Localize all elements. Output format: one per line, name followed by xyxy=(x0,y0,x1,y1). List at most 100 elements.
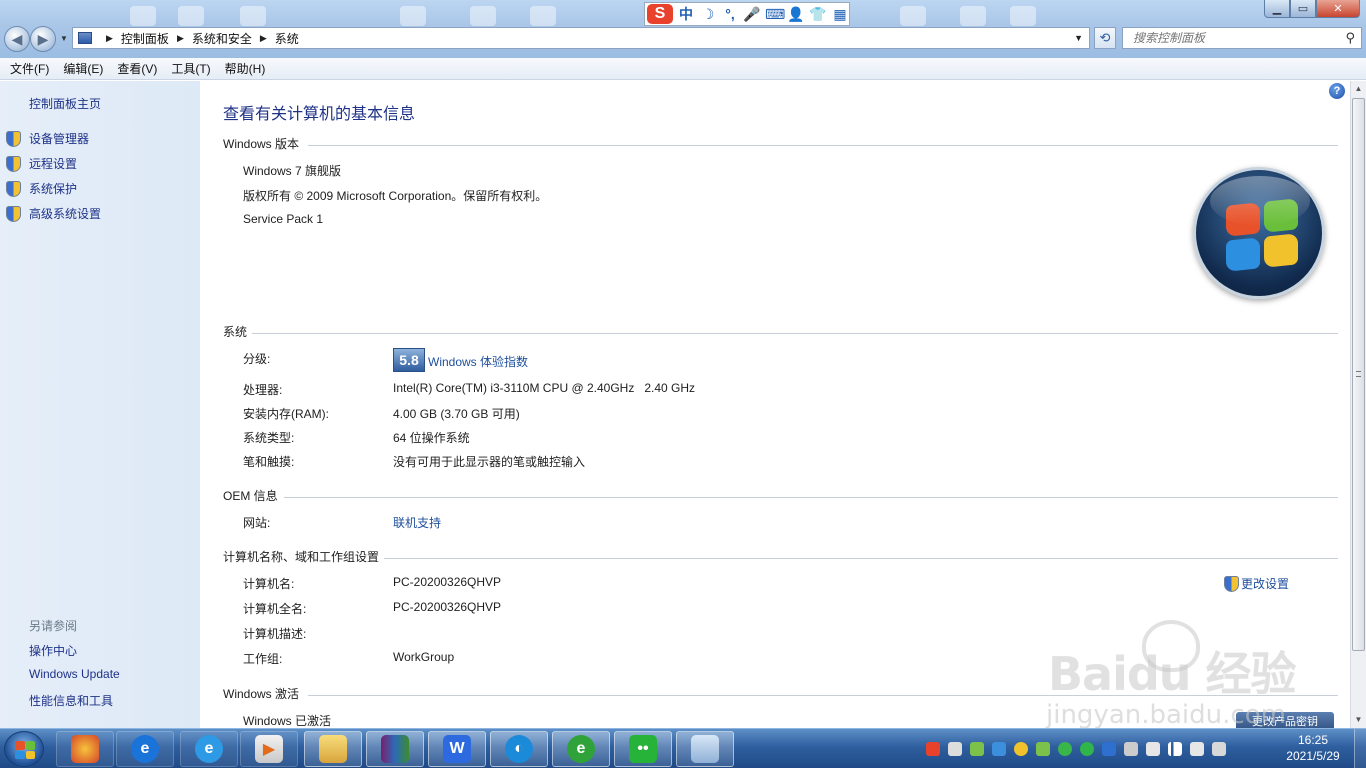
volume-tray-icon[interactable] xyxy=(1190,742,1204,756)
search-box[interactable]: ⚲ xyxy=(1122,27,1362,49)
ime-punctuation-icon[interactable]: °, xyxy=(721,5,739,23)
wps-writer-icon: W xyxy=(443,735,471,763)
experience-index-link[interactable]: Windows 体验指数 xyxy=(428,353,528,370)
activation-status: Windows 已激活 xyxy=(243,714,332,728)
advanced-system-settings-label[interactable]: 高级系统设置 xyxy=(29,205,101,222)
scroll-down-icon[interactable]: ▼ xyxy=(1351,712,1366,728)
usb-tray-icon[interactable] xyxy=(992,742,1006,756)
clock-time: 16:25 xyxy=(1297,733,1329,747)
menu-help[interactable]: 帮助(H) xyxy=(219,60,272,77)
breadcrumb-system[interactable]: 系统 xyxy=(275,30,299,47)
show-desktop-button[interactable] xyxy=(1354,729,1366,768)
control-panel-icon xyxy=(691,735,719,763)
scrollbar-thumb[interactable] xyxy=(1352,98,1365,651)
forward-button[interactable]: ▶ xyxy=(30,26,56,52)
minimize-button[interactable]: ▁ xyxy=(1264,0,1290,18)
printer-tray-icon[interactable] xyxy=(1124,742,1138,756)
shield-tray-icon[interactable] xyxy=(1102,742,1116,756)
device-manager-label[interactable]: 设备管理器 xyxy=(29,130,89,147)
taskbar-app-ie[interactable]: e xyxy=(180,731,238,767)
ram-value: 4.00 GB (3.70 GB 可用) xyxy=(393,407,520,421)
section-divider xyxy=(308,145,1338,146)
ime-tray-icon[interactable] xyxy=(948,742,962,756)
change-settings-link[interactable]: 更改设置 xyxy=(1224,575,1289,592)
breadcrumb-separator-icon[interactable]: ▶ xyxy=(106,33,113,44)
processor-label: 处理器: xyxy=(243,383,283,397)
advanced-system-settings-link[interactable]: 高级系统设置 xyxy=(6,205,101,222)
system-protection-label[interactable]: 系统保护 xyxy=(29,180,77,197)
ime-skin-icon[interactable]: 👕 xyxy=(809,5,827,23)
taskbar-app-explorer[interactable] xyxy=(304,731,362,767)
close-button[interactable]: ✕ xyxy=(1316,0,1360,18)
breadcrumb-system-security[interactable]: 系统和安全 xyxy=(192,30,252,47)
main-content: ? 查看有关计算机的基本信息 Windows 版本 Windows 7 旗舰版 … xyxy=(200,81,1350,728)
taskbar-app-360-browser[interactable] xyxy=(56,731,114,767)
network-tray-icon[interactable] xyxy=(1168,742,1182,756)
taskbar-app-edge[interactable]: ◐ xyxy=(490,731,548,767)
360-tray-icon[interactable] xyxy=(1058,742,1072,756)
flag-tray-icon[interactable] xyxy=(1212,742,1226,756)
help-icon[interactable]: ? xyxy=(1329,83,1345,99)
processor-value: Intel(R) Core(TM) i3-3110M CPU @ 2.40GHz… xyxy=(393,381,696,395)
search-input[interactable] xyxy=(1123,28,1329,48)
sogou-tray-icon[interactable] xyxy=(926,742,940,756)
back-button[interactable]: ◀ xyxy=(4,26,30,52)
taskbar: e e ▶ W ◐ e •• 16:25 2021/5/29 xyxy=(0,728,1366,768)
menu-view[interactable]: 查看(V) xyxy=(111,60,163,77)
vertical-scrollbar[interactable]: ▲ ▼ xyxy=(1350,81,1366,728)
ime-user-icon[interactable]: 👤 xyxy=(787,5,805,23)
taskbar-app-control-panel[interactable] xyxy=(676,731,734,767)
menu-file[interactable]: 文件(F) xyxy=(4,60,55,77)
ime-halfwidth-icon[interactable]: ☽ xyxy=(699,5,717,23)
control-panel-home-link[interactable]: 控制面板主页 xyxy=(29,95,101,112)
wechat-tray-icon[interactable] xyxy=(1080,742,1094,756)
ime-chinese-mode-icon[interactable]: 中 xyxy=(677,5,695,23)
section-divider xyxy=(284,497,1338,498)
ime-voice-icon[interactable]: 🎤 xyxy=(743,5,761,23)
performance-tools-link[interactable]: 性能信息和工具 xyxy=(29,692,113,709)
taskbar-clock[interactable]: 16:25 2021/5/29 xyxy=(1278,732,1348,764)
taskbar-app-wechat[interactable]: •• xyxy=(614,731,672,767)
check-tray-icon[interactable] xyxy=(1036,742,1050,756)
shield-security-icon: e xyxy=(567,735,595,763)
remote-settings-label[interactable]: 远程设置 xyxy=(29,155,77,172)
taskbar-app-ie-dark[interactable]: e xyxy=(116,731,174,767)
system-protection-link[interactable]: 系统保护 xyxy=(6,180,77,197)
security-tray-icon[interactable] xyxy=(1014,742,1028,756)
menu-tools[interactable]: 工具(T) xyxy=(165,60,216,77)
breadcrumb-control-panel[interactable]: 控制面板 xyxy=(121,30,169,47)
remote-settings-link[interactable]: 远程设置 xyxy=(6,155,77,172)
ime-keyboard-icon[interactable]: ⌨ xyxy=(765,5,785,23)
maximize-button[interactable]: ▭ xyxy=(1290,0,1316,18)
pen-touch-value: 没有可用于此显示器的笔或触控输入 xyxy=(393,455,586,469)
battery-tray-icon[interactable] xyxy=(970,742,984,756)
sogou-ime-icon[interactable]: S xyxy=(647,4,673,24)
recent-pages-dropdown-icon[interactable]: ▼ xyxy=(60,34,68,43)
taskbar-app-360-safe[interactable]: e xyxy=(552,731,610,767)
section-divider xyxy=(308,695,1338,696)
taskbar-app-wps-writer[interactable]: W xyxy=(428,731,486,767)
breadcrumb-separator-icon[interactable]: ▶ xyxy=(177,33,184,44)
windows-update-link[interactable]: Windows Update xyxy=(29,667,120,681)
scroll-up-icon[interactable]: ▲ xyxy=(1351,81,1366,97)
taskbar-app-winrar[interactable] xyxy=(366,731,424,767)
breadcrumb-separator-icon[interactable]: ▶ xyxy=(260,33,267,44)
menu-edit[interactable]: 编辑(E) xyxy=(57,60,109,77)
computer-name-heading: 计算机名称、域和工作组设置 xyxy=(223,550,380,564)
device-tray-icon[interactable] xyxy=(1146,742,1160,756)
start-button[interactable] xyxy=(4,731,44,767)
taskbar-app-media-player[interactable]: ▶ xyxy=(240,731,298,767)
address-dropdown-icon[interactable]: ▼ xyxy=(1074,33,1083,43)
refresh-icon[interactable]: ⟲ xyxy=(1094,27,1116,49)
ime-toolbar[interactable]: S 中 ☽ °, 🎤 ⌨ 👤 👕 ▦ xyxy=(644,2,850,26)
website-label: 网站: xyxy=(243,516,271,530)
device-manager-link[interactable]: 设备管理器 xyxy=(6,130,89,147)
address-bar[interactable]: ▶ 控制面板 ▶ 系统和安全 ▶ 系统 ▼ xyxy=(72,27,1090,49)
ime-toolbox-icon[interactable]: ▦ xyxy=(831,5,849,23)
search-icon[interactable]: ⚲ xyxy=(1345,30,1355,46)
online-support-link[interactable]: 联机支持 xyxy=(393,514,441,531)
action-center-link[interactable]: 操作中心 xyxy=(29,642,77,659)
experience-index-badge[interactable]: 5.8 xyxy=(393,348,425,372)
change-settings-label[interactable]: 更改设置 xyxy=(1241,575,1289,592)
window-controls: ▁ ▭ ✕ xyxy=(1264,0,1360,18)
